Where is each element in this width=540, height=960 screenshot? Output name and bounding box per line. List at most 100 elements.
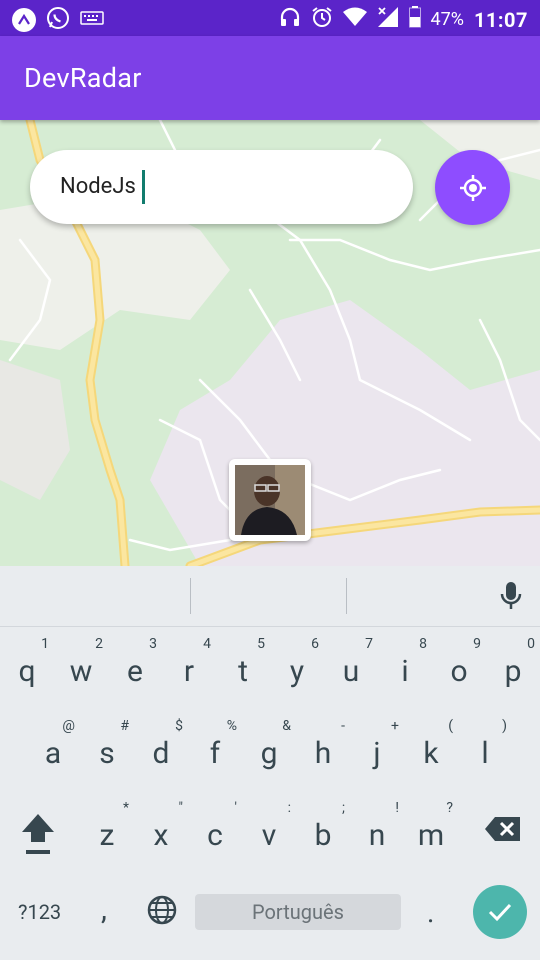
key-i[interactable]: 8i bbox=[378, 630, 432, 710]
key-alt-label: + bbox=[391, 718, 399, 734]
symbols-key[interactable]: ?123 bbox=[18, 900, 61, 924]
app-icon bbox=[12, 8, 36, 32]
key-label: i bbox=[401, 654, 409, 689]
key-alt-label: * bbox=[122, 800, 129, 816]
key-m[interactable]: ? m bbox=[404, 794, 458, 874]
key-x[interactable]: " x bbox=[134, 794, 188, 874]
key-p[interactable]: 0p bbox=[486, 630, 540, 710]
key-alt-label: ; bbox=[342, 800, 345, 816]
language-key[interactable] bbox=[146, 894, 178, 930]
key-label: n bbox=[368, 818, 386, 853]
key-g[interactable]: & g bbox=[242, 712, 296, 792]
search-input-value: NodeJs bbox=[60, 174, 136, 199]
key-label: q bbox=[18, 654, 36, 689]
key-alt-label: - bbox=[341, 718, 345, 734]
signal-icon bbox=[377, 6, 399, 33]
shift-icon bbox=[22, 814, 54, 854]
key-label: o bbox=[450, 654, 468, 689]
key-a[interactable]: @ a bbox=[26, 712, 80, 792]
suggestion-strip bbox=[0, 566, 540, 627]
key-k[interactable]: (k bbox=[404, 712, 458, 792]
key-alt-label: ( bbox=[448, 718, 453, 734]
backspace-icon bbox=[485, 817, 520, 841]
key-alt-label: & bbox=[282, 718, 291, 734]
key-alt-label: ? bbox=[446, 800, 453, 816]
key-w[interactable]: 2w bbox=[54, 630, 108, 710]
headphones-icon bbox=[279, 6, 301, 33]
battery-percent: 47% bbox=[430, 9, 464, 30]
key-alt-label: 4 bbox=[203, 636, 211, 652]
key-y[interactable]: 6y bbox=[270, 630, 324, 710]
suggestion-divider bbox=[190, 578, 191, 614]
key-e[interactable]: 3e bbox=[108, 630, 162, 710]
alarm-icon bbox=[311, 6, 333, 33]
key-u[interactable]: 7u bbox=[324, 630, 378, 710]
key-alt-label: $ bbox=[175, 718, 183, 734]
key-label: a bbox=[44, 736, 62, 771]
key-h[interactable]: -h bbox=[296, 712, 350, 792]
space-key[interactable]: Português bbox=[195, 894, 401, 930]
shift-key[interactable] bbox=[16, 810, 60, 860]
suggestion-divider bbox=[346, 578, 347, 614]
key-s[interactable]: # s bbox=[80, 712, 134, 792]
key-alt-label: ' bbox=[234, 800, 237, 816]
whatsapp-icon bbox=[46, 6, 70, 34]
microphone-icon[interactable] bbox=[498, 580, 524, 616]
key-alt-label: 7 bbox=[365, 636, 373, 652]
key-o[interactable]: 9o bbox=[432, 630, 486, 710]
text-cursor bbox=[142, 170, 145, 204]
key-label: r bbox=[183, 654, 195, 689]
key-label: e bbox=[127, 654, 143, 689]
key-label: z bbox=[99, 818, 115, 853]
key-alt-label: 5 bbox=[257, 636, 265, 652]
key-b[interactable]: ; b bbox=[296, 794, 350, 874]
key-label: p bbox=[504, 654, 522, 689]
key-label: w bbox=[69, 654, 93, 689]
key-label: k bbox=[423, 736, 439, 771]
key-alt-label: % bbox=[226, 718, 237, 734]
key-alt-label: 6 bbox=[311, 636, 319, 652]
developer-marker[interactable] bbox=[229, 459, 311, 541]
key-d[interactable]: $ d bbox=[134, 712, 188, 792]
locate-button[interactable] bbox=[435, 150, 510, 225]
key-l[interactable]: ) l bbox=[458, 712, 512, 792]
key-label: b bbox=[314, 818, 332, 853]
status-bar: 47% 11:07 bbox=[0, 0, 540, 36]
key-label: s bbox=[99, 736, 115, 771]
key-alt-label: : bbox=[287, 800, 291, 816]
soft-keyboard: 1q2w3e4r5t6y7u8i9o0p @ a # s $ d% f & g - h + j(k) l … bbox=[0, 566, 540, 960]
key-label: g bbox=[260, 736, 278, 771]
key-alt-label: 9 bbox=[473, 636, 481, 652]
enter-key[interactable] bbox=[473, 885, 527, 939]
key-r[interactable]: 4r bbox=[162, 630, 216, 710]
key-q[interactable]: 1q bbox=[0, 630, 54, 710]
app-title: DevRadar bbox=[24, 62, 142, 94]
key-n[interactable]: ! n bbox=[350, 794, 404, 874]
key-alt-label: " bbox=[178, 800, 183, 816]
key-f[interactable]: % f bbox=[188, 712, 242, 792]
key-label: f bbox=[209, 736, 221, 771]
key-c[interactable]: ' c bbox=[188, 794, 242, 874]
key-v[interactable]: :v bbox=[242, 794, 296, 874]
period-key[interactable]: . bbox=[427, 896, 434, 929]
key-label: t bbox=[238, 654, 248, 689]
key-label: j bbox=[373, 736, 381, 771]
key-j[interactable]: + j bbox=[350, 712, 404, 792]
app-bar: DevRadar bbox=[0, 36, 540, 120]
key-alt-label: ! bbox=[395, 800, 399, 816]
key-alt-label: 3 bbox=[149, 636, 157, 652]
globe-icon bbox=[147, 895, 177, 925]
wifi-icon bbox=[342, 7, 367, 32]
key-alt-label: 2 bbox=[95, 636, 103, 652]
key-z[interactable]: * z bbox=[80, 794, 134, 874]
key-label: x bbox=[153, 818, 169, 853]
key-label: d bbox=[152, 736, 170, 771]
backspace-key[interactable] bbox=[483, 814, 523, 844]
search-input[interactable]: NodeJs bbox=[30, 150, 413, 224]
key-label: c bbox=[207, 818, 223, 853]
key-alt-label: @ bbox=[62, 718, 75, 734]
key-label: h bbox=[314, 736, 332, 771]
key-alt-label: 1 bbox=[41, 636, 49, 652]
key-t[interactable]: 5t bbox=[216, 630, 270, 710]
comma-key[interactable]: , bbox=[101, 892, 107, 927]
